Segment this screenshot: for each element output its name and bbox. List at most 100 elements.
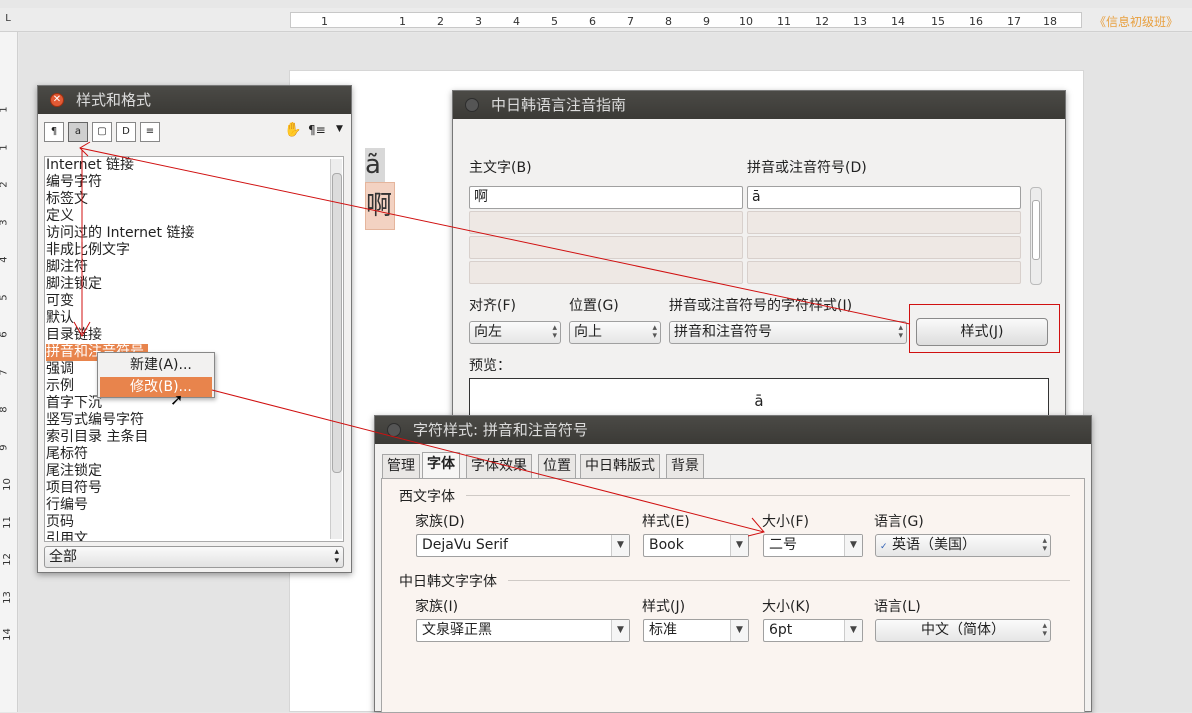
horizontal-ruler[interactable]: 1 1 2 3 4 5 6 7 8 9 10 11 12 13 14 15 16 17 18: [290, 12, 1082, 28]
tab-background[interactable]: 背景: [666, 454, 704, 478]
paragraph-styles-icon[interactable]: ¶: [44, 122, 64, 142]
style-list-item[interactable]: 标签文: [46, 191, 88, 208]
phonetic-guide-dialog: 中日韩语言注音指南 主文字(B) 拼音或注音符号(D) 啊 ā 对齐(F) 位置…: [452, 90, 1066, 438]
close-icon[interactable]: [387, 423, 401, 437]
align-value: 向左: [474, 324, 502, 340]
western-size-value: 二号: [769, 537, 797, 553]
cjk-language-select[interactable]: 中文（简体） ▴ ▾: [875, 619, 1051, 642]
cjk-style-value: 标准: [649, 622, 677, 638]
base-text-field-4[interactable]: [469, 261, 743, 284]
chevron-down-icon[interactable]: ▼: [844, 535, 862, 556]
position-value: 向上: [574, 324, 602, 340]
style-list-item[interactable]: 引用文: [46, 531, 88, 541]
ruby-text-field-2[interactable]: [747, 211, 1021, 234]
vertical-ruler-tick-label: 9: [0, 444, 10, 450]
phonetic-guide-titlebar[interactable]: 中日韩语言注音指南: [453, 91, 1065, 119]
cjk-style-label: 样式(J): [642, 599, 686, 615]
preview-label: 预览：: [469, 358, 511, 374]
style-list-item[interactable]: 尾标符: [46, 446, 88, 463]
frame-styles-icon[interactable]: ▢: [92, 122, 112, 142]
style-list-item[interactable]: 编号字符: [46, 174, 102, 191]
character-styles-icon[interactable]: a: [68, 122, 88, 142]
styles-panel-titlebar[interactable]: ✕ 样式和格式: [38, 86, 351, 114]
western-size-combo[interactable]: 二号 ▼: [763, 534, 863, 557]
style-list-item[interactable]: 页码: [46, 514, 74, 531]
position-select[interactable]: 向上 ▴ ▾: [569, 321, 661, 344]
base-text-field-2[interactable]: [469, 211, 743, 234]
tab-font[interactable]: 字体: [422, 452, 460, 479]
cjk-style-combo[interactable]: 标准 ▼: [643, 619, 749, 642]
menu-item-new-style[interactable]: 新建(A)...: [100, 355, 212, 375]
style-list-item[interactable]: 非成比例文字: [46, 242, 130, 259]
align-select[interactable]: 向左 ▴ ▾: [469, 321, 561, 344]
style-list-item[interactable]: 首字下沉: [46, 395, 102, 412]
char-style-label: 拼音或注音符号的字符样式(I): [669, 298, 853, 314]
tab-asian-layout[interactable]: 中日韩版式: [580, 454, 660, 478]
fill-format-mode-icon[interactable]: ✋: [284, 122, 301, 138]
ruler-right-label: 《信息初级班》: [1093, 15, 1178, 29]
close-icon[interactable]: [465, 98, 479, 112]
vertical-ruler-tick-label: 7: [0, 369, 10, 375]
spin-arrows-icon: ▴ ▾: [1042, 621, 1047, 639]
ruler-tick-label: 1: [321, 15, 328, 28]
style-list-item[interactable]: 示例: [46, 378, 74, 395]
new-style-menu-icon[interactable]: ▼: [336, 124, 343, 134]
cjk-family-combo[interactable]: 文泉驿正黑 ▼: [416, 619, 630, 642]
tab-organizer[interactable]: 管理: [382, 454, 420, 478]
ruby-text-in-document[interactable]: ã: [365, 148, 385, 182]
chevron-down-icon[interactable]: ▼: [730, 620, 748, 641]
character-style-titlebar[interactable]: 字符样式: 拼音和注音符号: [375, 416, 1091, 444]
base-text-field-3[interactable]: [469, 236, 743, 259]
base-text-in-document[interactable]: 啊: [365, 182, 395, 230]
style-list-item[interactable]: 行编号: [46, 497, 88, 514]
close-icon[interactable]: ✕: [50, 93, 64, 107]
ruby-text-field-3[interactable]: [747, 236, 1021, 259]
ruby-rows-scrollbar[interactable]: [1030, 187, 1042, 285]
base-text-field-1[interactable]: 啊: [469, 186, 743, 209]
chevron-down-icon[interactable]: ▼: [844, 620, 862, 641]
styles-filter-select[interactable]: 全部 ▴ ▾: [44, 546, 344, 568]
ruler-tick-label: 18: [1043, 15, 1057, 28]
style-list-item[interactable]: 项目符号: [46, 480, 102, 497]
style-list-item[interactable]: 尾注锁定: [46, 463, 102, 480]
style-list-item[interactable]: 强调: [46, 361, 74, 378]
list-styles-icon[interactable]: ≡: [140, 122, 160, 142]
western-style-combo[interactable]: Book ▼: [643, 534, 749, 557]
fill-format-icon[interactable]: ¶≡: [308, 123, 326, 137]
style-list-item[interactable]: 竖写式编号字符: [46, 412, 144, 429]
spin-arrows-icon: ▴ ▾: [1042, 536, 1047, 554]
vertical-ruler[interactable]: 11234567891011121314: [0, 32, 18, 712]
western-style-value: Book: [649, 537, 684, 553]
tab-stop-type-button[interactable]: L: [2, 12, 14, 26]
chevron-down-icon[interactable]: ▼: [730, 535, 748, 556]
western-size-label: 大小(F): [762, 514, 809, 530]
ruby-text-field-1[interactable]: ā: [747, 186, 1021, 209]
char-style-select[interactable]: 拼音和注音符号 ▴ ▾: [669, 321, 907, 344]
cjk-size-combo[interactable]: 6pt ▼: [763, 619, 863, 642]
style-list-item[interactable]: 索引目录 主条目: [46, 429, 148, 446]
style-list-item[interactable]: 脚注符: [46, 259, 88, 276]
style-list-item[interactable]: 定义: [46, 208, 74, 225]
menu-item-modify-style[interactable]: 修改(B)...: [100, 377, 212, 397]
style-list-item[interactable]: 访问过的 Internet 链接: [46, 225, 195, 242]
western-language-select[interactable]: ✓ 英语（美国） ▴ ▾: [875, 534, 1051, 557]
ruby-text-field-4[interactable]: [747, 261, 1021, 284]
vertical-ruler-tick-label: 14: [1, 628, 13, 641]
western-family-combo[interactable]: DejaVu Serif ▼: [416, 534, 630, 557]
style-list-item[interactable]: 脚注锁定: [46, 276, 102, 293]
chevron-down-icon[interactable]: ▼: [611, 620, 629, 641]
chevron-down-icon[interactable]: ▼: [611, 535, 629, 556]
ruler-tick-label: 15: [931, 15, 945, 28]
ruler-tick-label: 4: [513, 15, 520, 28]
page-styles-icon[interactable]: D: [116, 122, 136, 142]
tab-font-effects[interactable]: 字体效果: [466, 454, 532, 478]
style-list-item[interactable]: Internet 链接: [46, 157, 134, 174]
tab-position[interactable]: 位置: [538, 454, 576, 478]
abc-spellcheck-icon: ✓: [880, 542, 888, 552]
style-list-item[interactable]: 可变: [46, 293, 74, 310]
cjk-font-section: 中日韩文字字体: [399, 574, 497, 590]
styles-list-scrollbar[interactable]: [330, 159, 342, 539]
style-list-item[interactable]: 目录链接: [46, 327, 102, 344]
styles-list[interactable]: Internet 链接 编号字符 标签文 定义 访问过的 Internet 链接 非成比例…: [44, 156, 344, 542]
style-list-item[interactable]: 默认: [46, 310, 74, 327]
